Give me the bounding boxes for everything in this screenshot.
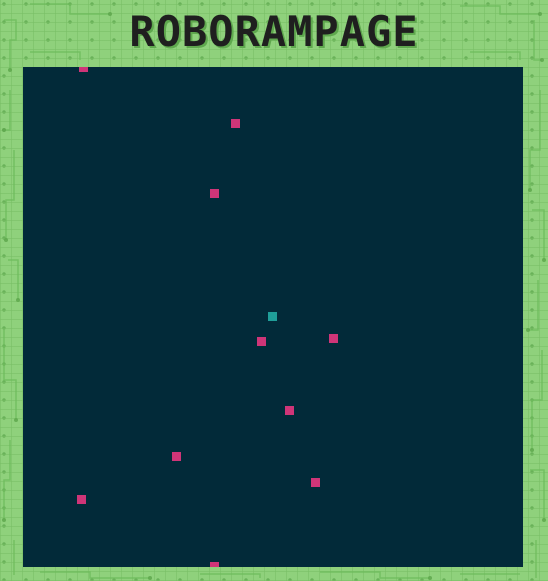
arena-canvas[interactable] <box>23 67 523 567</box>
player <box>268 312 277 321</box>
robot <box>285 406 294 415</box>
game-title: ROBORAMPAGE <box>129 7 419 56</box>
robot <box>210 189 219 198</box>
robot <box>311 478 320 487</box>
robot <box>172 452 181 461</box>
robot <box>77 495 86 504</box>
robot <box>79 67 88 72</box>
robot <box>210 562 219 567</box>
robot <box>257 337 266 346</box>
robot <box>231 119 240 128</box>
robot <box>329 334 338 343</box>
game-arena[interactable] <box>23 67 523 567</box>
